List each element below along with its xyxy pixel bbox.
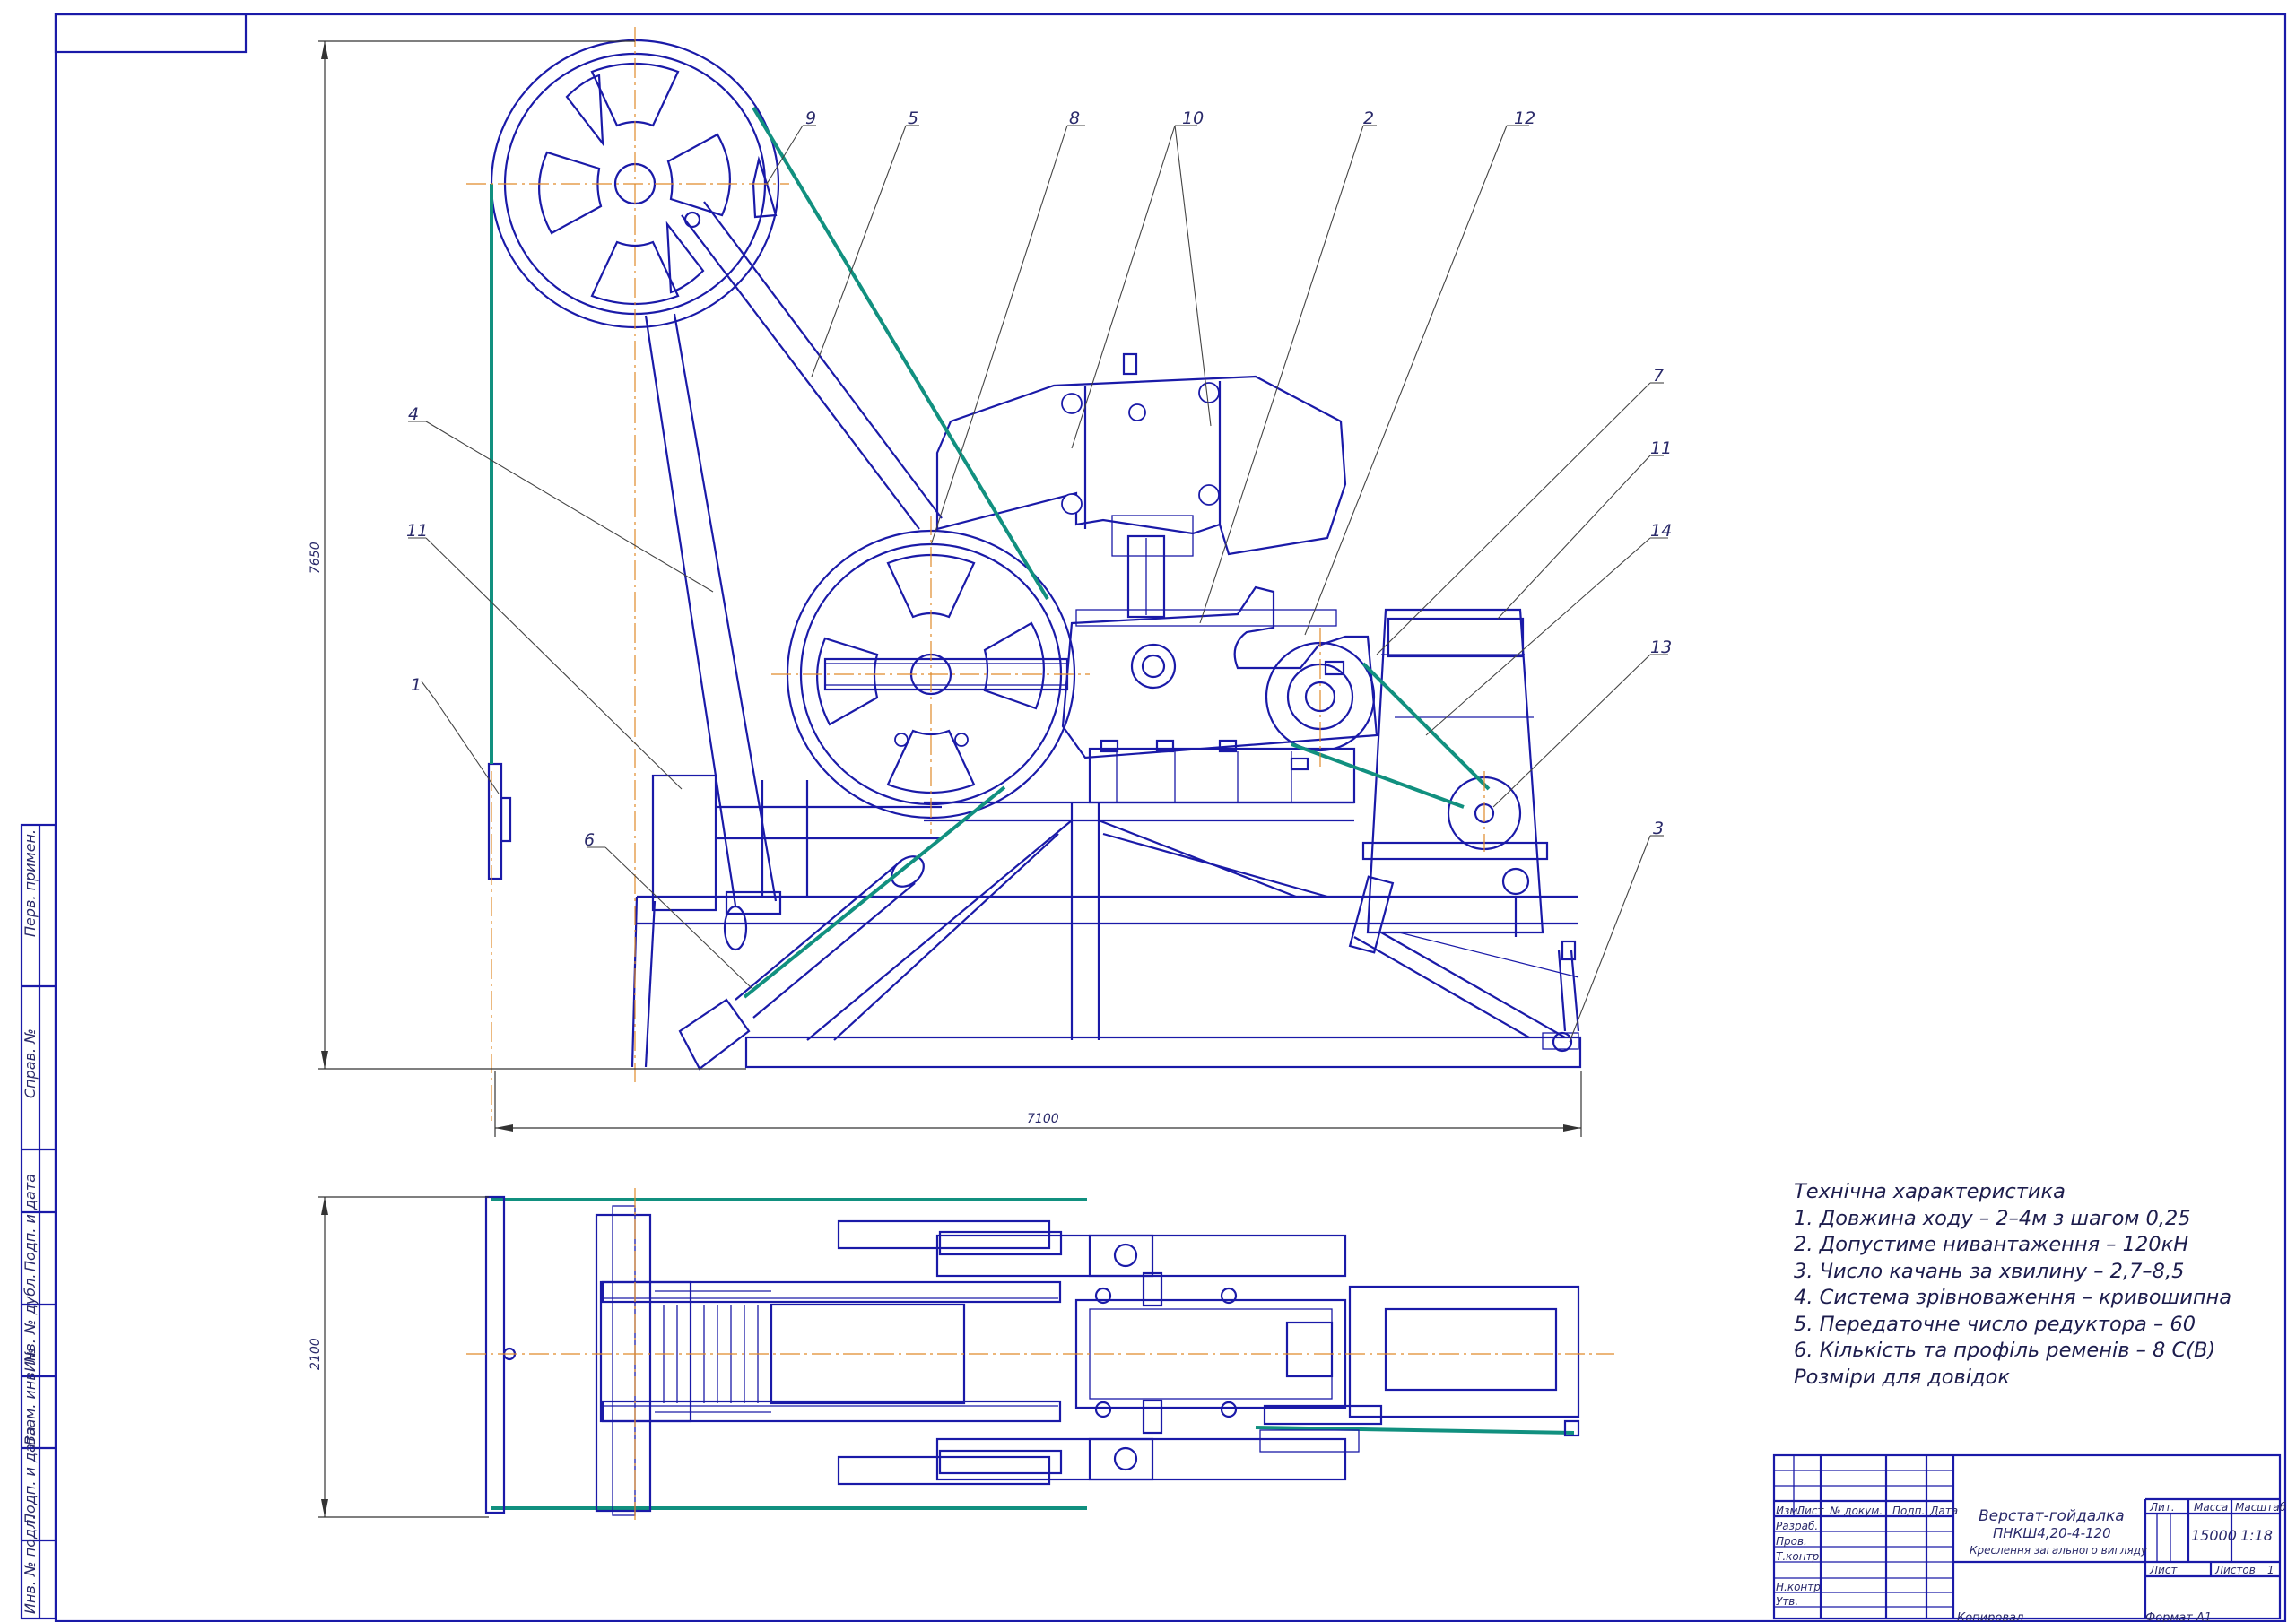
leader-9: 9 — [805, 108, 816, 128]
tb-designation-1: Верстат-гойдалка — [1979, 1507, 2125, 1525]
plan-view: 2100 — [309, 1188, 1614, 1520]
tb-row-utv: Утв. — [1776, 1595, 1798, 1608]
tb-designation-2: ПНКШ4,20-4-120 — [1993, 1525, 2111, 1541]
motor-pulley — [1361, 776, 1549, 937]
stamp-podp-1: Подп. и дата — [22, 1174, 39, 1271]
motor-housing — [1366, 608, 1544, 934]
gear-reducer — [1061, 585, 1378, 759]
leader-10: 10 — [1182, 108, 1204, 128]
tb-sheets-value: 1 — [2267, 1564, 2274, 1576]
side-stamp: Перв. примен. Справ. № Подп. и дата Инв.… — [20, 823, 57, 1620]
leader-11a: 11 — [406, 521, 428, 541]
dimension-height-value: 7650 — [309, 542, 323, 574]
leader-4: 4 — [408, 404, 419, 424]
leader-12: 12 — [1514, 108, 1535, 128]
connecting-rod — [681, 201, 943, 530]
tb-col-list: Лист — [1796, 1505, 1824, 1517]
stamp-perv: Перв. примен. — [22, 829, 39, 937]
tb-drawing-name: Креслення загального вигляду — [1970, 1544, 2148, 1557]
leader-5: 5 — [908, 108, 918, 128]
stamp-podp-2: Подп. и дата — [22, 1427, 39, 1524]
tb-row-tkontr: Т.контр. — [1776, 1550, 1822, 1563]
belts — [490, 106, 1491, 999]
leader-2: 2 — [1363, 108, 1374, 128]
tb-format: Формат А1 — [2145, 1611, 2212, 1622]
base-frame — [631, 774, 1582, 1069]
tb-row-nkontr: Н.контр. — [1776, 1581, 1824, 1593]
side-view: 7650 7100 1 11 4 6 5 8 10 2 12 9 7 11 14… — [309, 27, 1672, 1137]
stamp-sprav: Справ. № — [22, 1028, 39, 1098]
dimension-width-value: 2100 — [309, 1338, 323, 1370]
spec-item-3: 3. Число качань за хвилину – 2,7–8,5 — [1794, 1259, 2185, 1283]
tb-sheets-label: Листов — [2214, 1564, 2256, 1576]
tb-row-razrab: Разраб. — [1776, 1520, 1818, 1532]
tb-scale-label: Масштаб — [2235, 1501, 2287, 1514]
tb-copied: Копировал — [1957, 1611, 2023, 1622]
spec-note: Розміри для довідок — [1794, 1365, 2010, 1389]
tb-scale-value: 1:18 — [2240, 1527, 2273, 1544]
tb-col-sign: Подп. — [1892, 1505, 1925, 1517]
leader-6: 6 — [584, 830, 595, 850]
leader-11b: 11 — [1650, 438, 1672, 458]
leader-3: 3 — [1653, 819, 1664, 838]
drawing-sheet: Перв. примен. Справ. № Подп. и дата Инв.… — [0, 0, 2296, 1622]
spec-item-5: 5. Передаточне число редуктора – 60 — [1794, 1312, 2196, 1336]
leader-8: 8 — [1069, 108, 1080, 128]
dimension-length: 7100 — [494, 1071, 1582, 1137]
leader-1: 1 — [411, 675, 422, 695]
tb-mass-value: 15000 — [2191, 1527, 2237, 1544]
tb-lit-label: Лит. — [2149, 1501, 2175, 1514]
reducer-housing — [935, 352, 1347, 619]
specs-heading: Технічна характеристика — [1794, 1180, 2066, 1203]
leader-14: 14 — [1650, 521, 1672, 541]
spec-item-1: 1. Довжина ходу – 2–4м з шагом 0,25 — [1794, 1206, 2191, 1230]
tb-mass-label: Масса — [2194, 1501, 2228, 1514]
leader-numbers: 1 11 4 6 5 8 10 2 12 9 7 11 14 13 3 — [406, 108, 1672, 850]
tb-col-date: Дата — [1929, 1505, 1958, 1517]
title-block: Изм. Лист № докум. Подп. Дата Разраб. Пр… — [1772, 1453, 2287, 1622]
leader-7: 7 — [1653, 366, 1664, 386]
leader-13: 13 — [1650, 638, 1672, 657]
technical-specs: Технічна характеристика 1. Довжина ходу … — [1794, 1179, 2260, 1391]
stamp-inv-podl: Инв. № подл. — [22, 1515, 39, 1614]
tb-col-doc: № докум. — [1829, 1505, 1883, 1517]
dimension-width: 2100 — [309, 1196, 489, 1518]
dimension-height: 7650 — [309, 40, 746, 1070]
brake-strut — [678, 855, 925, 1071]
spec-item-2: 2. Допустиме нивантаження – 120кН — [1794, 1233, 2189, 1256]
spec-item-4: 4. Система зрівноваження – кривошипна — [1794, 1286, 2232, 1309]
support-column — [644, 313, 782, 915]
dimension-length-value: 7100 — [1027, 1112, 1059, 1126]
spec-item-6: 6. Кількість та профіль ременів – 8 С(В) — [1794, 1339, 2216, 1362]
center-lines — [466, 27, 1485, 1121]
tb-sheet-label: Лист — [2149, 1564, 2178, 1576]
tb-row-prov: Пров. — [1776, 1535, 1807, 1548]
